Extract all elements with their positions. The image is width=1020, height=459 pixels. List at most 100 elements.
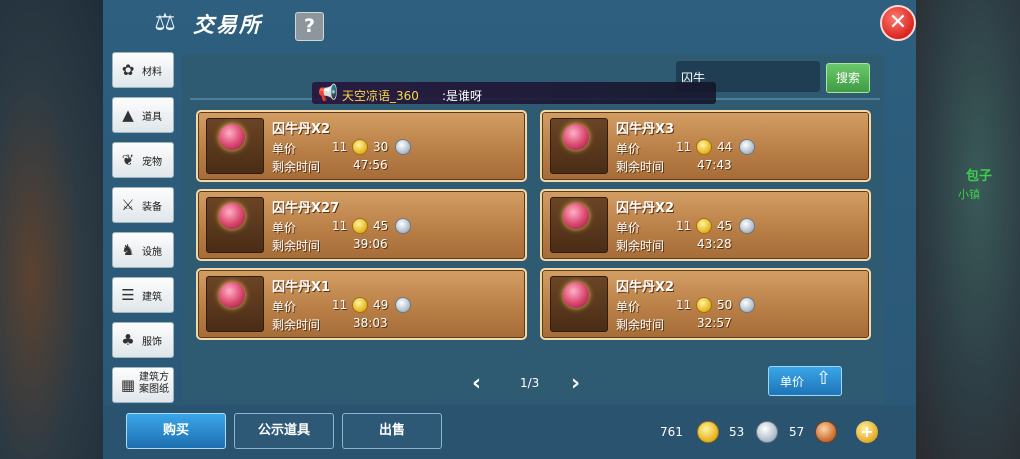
gold-coin-icon	[352, 218, 368, 234]
listing-card[interactable]: 囚牛丹X27 单价 11 45 剩余时间 39:06	[196, 189, 527, 261]
listing-card[interactable]: 囚牛丹X2 单价 11 50 剩余时间 32:57	[540, 268, 871, 340]
category-equipment[interactable]: ⚔ 装备	[112, 187, 174, 223]
price-silver: 44	[717, 140, 733, 154]
price-silver: 45	[373, 219, 389, 233]
world-sub-label: 小镇	[958, 188, 980, 201]
pill-icon	[219, 282, 245, 308]
tab-buy[interactable]: 购买	[126, 413, 226, 449]
price-label: 单价	[616, 300, 641, 314]
item-name: 囚牛丹X3	[616, 122, 675, 137]
time-label: 剩余时间	[272, 160, 321, 174]
background-left	[0, 0, 105, 459]
category-buildings[interactable]: ☰ 建筑	[112, 277, 174, 313]
page-title: 交易所	[193, 13, 262, 37]
silver-balance: 53	[729, 425, 745, 439]
scales-icon: ⚖	[154, 8, 176, 36]
facility-icon: ♞	[121, 241, 135, 259]
building-icon: ☰	[121, 286, 135, 304]
pill-icon	[219, 203, 245, 229]
price-gold: 11	[332, 140, 348, 154]
pill-icon	[219, 124, 245, 150]
clothing-icon: ♣	[121, 331, 135, 349]
sort-label: 单价	[780, 375, 805, 389]
time-label: 剩余时间	[272, 239, 321, 253]
tab-public-items[interactable]: 公示道具	[234, 413, 334, 449]
background-right	[915, 0, 1020, 459]
silver-coin-icon	[395, 297, 411, 313]
gold-coin-icon	[696, 139, 712, 155]
price-gold: 11	[332, 219, 348, 233]
category-materials[interactable]: ✿ 材料	[112, 52, 174, 88]
category-items[interactable]: ▲ 道具	[112, 97, 174, 133]
search-button[interactable]: 搜索	[826, 63, 870, 93]
sword-icon: ⚔	[121, 196, 135, 214]
category-label: 建筑方案图纸	[139, 372, 169, 395]
pill-icon	[563, 124, 589, 150]
item-name: 囚牛丹X1	[272, 280, 331, 295]
category-label: 宠物	[142, 157, 162, 168]
time-remaining: 47:43	[697, 158, 732, 172]
listing-card[interactable]: 囚牛丹X1 单价 11 49 剩余时间 38:03	[196, 268, 527, 340]
category-blueprints[interactable]: ▦ 建筑方案图纸	[112, 367, 174, 403]
time-remaining: 39:06	[353, 237, 388, 251]
price-label: 单价	[272, 221, 297, 235]
listing-card[interactable]: 囚牛丹X2 单价 11 45 剩余时间 43:28	[540, 189, 871, 261]
page-next-button[interactable]: ›	[571, 371, 580, 396]
gold-coin-icon	[352, 139, 368, 155]
price-label: 单价	[616, 221, 641, 235]
gold-coin-icon	[352, 297, 368, 313]
category-label: 服饰	[142, 337, 162, 348]
category-label: 材料	[142, 67, 162, 78]
silver-coin-icon	[395, 218, 411, 234]
help-button[interactable]: ?	[295, 12, 324, 41]
price-label: 单价	[272, 300, 297, 314]
category-label: 建筑	[142, 292, 162, 303]
item-icon: ▲	[122, 106, 134, 124]
pill-icon	[563, 282, 589, 308]
time-remaining: 32:57	[697, 316, 732, 330]
silver-coin-icon	[395, 139, 411, 155]
price-gold: 11	[332, 298, 348, 312]
silver-coin-icon	[756, 421, 778, 443]
silver-coin-icon	[739, 297, 755, 313]
price-gold: 11	[676, 219, 692, 233]
listing-card[interactable]: 囚牛丹X2 单价 11 30 剩余时间 47:56	[196, 110, 527, 182]
listing-card[interactable]: 囚牛丹X3 单价 11 44 剩余时间 47:43	[540, 110, 871, 182]
title-bar: ⚖ 交易所 ?	[103, 0, 916, 46]
gold-coin-icon	[697, 421, 719, 443]
add-currency-button[interactable]: +	[856, 421, 878, 443]
time-label: 剩余时间	[616, 318, 665, 332]
close-button[interactable]: ✕	[880, 5, 916, 41]
time-label: 剩余时间	[616, 239, 665, 253]
copper-coin-icon	[815, 421, 837, 443]
category-facilities[interactable]: ♞ 设施	[112, 232, 174, 268]
time-remaining: 47:56	[353, 158, 388, 172]
silver-coin-icon	[739, 139, 755, 155]
pill-icon	[563, 203, 589, 229]
gold-coin-icon	[696, 218, 712, 234]
price-silver: 50	[717, 298, 733, 312]
time-remaining: 38:03	[353, 316, 388, 330]
gold-balance: 761	[660, 425, 683, 439]
price-silver: 30	[373, 140, 389, 154]
category-clothing[interactable]: ♣ 服饰	[112, 322, 174, 358]
item-name: 囚牛丹X2	[616, 280, 675, 295]
time-remaining: 43:28	[697, 237, 732, 251]
materials-icon: ✿	[121, 61, 135, 79]
tab-sell[interactable]: 出售	[342, 413, 442, 449]
paw-icon: ❦	[121, 151, 135, 169]
silver-coin-icon	[739, 218, 755, 234]
megaphone-icon: 📢	[318, 83, 338, 102]
broadcast-user: 天空凉语_360	[342, 89, 419, 103]
item-name: 囚牛丹X2	[272, 122, 331, 137]
page-prev-button[interactable]: ‹	[472, 371, 481, 396]
category-label: 装备	[142, 202, 162, 213]
price-label: 单价	[272, 142, 297, 156]
price-label: 单价	[616, 142, 641, 156]
broadcast-text: :是谁呀	[442, 89, 483, 103]
time-label: 剩余时间	[272, 318, 321, 332]
blueprint-icon: ▦	[120, 376, 136, 394]
price-silver: 49	[373, 298, 389, 312]
item-name: 囚牛丹X2	[616, 201, 675, 216]
category-pets[interactable]: ❦ 宠物	[112, 142, 174, 178]
